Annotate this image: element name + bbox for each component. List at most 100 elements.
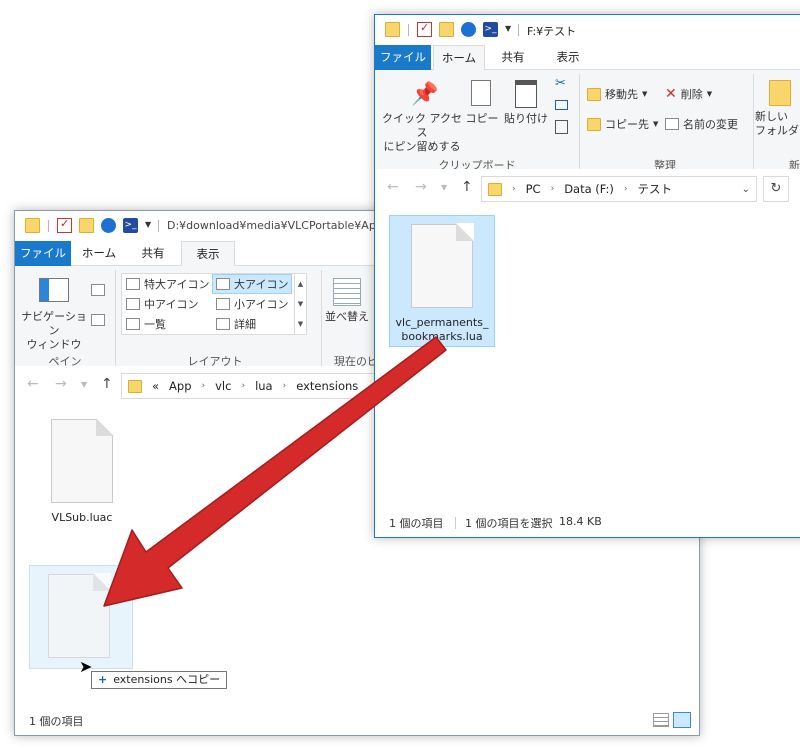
gear-icon[interactable]: [101, 218, 116, 233]
paste-icon[interactable]: [515, 80, 537, 108]
file-item-name[interactable]: VLSub.luac: [37, 511, 127, 525]
breadcrumb-drive[interactable]: Data (F:): [564, 182, 614, 196]
up-icon[interactable]: ↑: [461, 179, 473, 195]
breadcrumb-overflow[interactable]: «: [152, 379, 159, 393]
layout-item-label: 特大アイコン: [144, 278, 210, 291]
chevron-down-icon[interactable]: ⌄: [742, 184, 750, 195]
layout-item-label: 詳細: [234, 318, 256, 331]
copy-to-icon: [587, 117, 601, 131]
window-title: D:¥download¥media¥VLCPortable¥App: [167, 219, 383, 232]
chevron-down-icon[interactable]: ▼: [505, 24, 511, 33]
explorer-window-test: >_ ▼ F:¥テスト ファイル ホーム 共有 表示 📌 クイック アクセス に…: [374, 14, 800, 538]
tab-share[interactable]: 共有: [127, 241, 179, 266]
status-selected: 1 個の項目を選択: [465, 517, 553, 530]
back-icon[interactable]: ←: [387, 179, 399, 195]
powershell-icon[interactable]: >_: [123, 218, 138, 233]
tab-file[interactable]: ファイル: [15, 241, 71, 266]
breadcrumb-separator[interactable]: ›: [551, 184, 555, 194]
new-folder-button[interactable]: 新しい フォルダー: [755, 110, 800, 138]
forward-icon[interactable]: →: [415, 179, 427, 195]
tab-home[interactable]: ホーム: [433, 45, 485, 71]
sort-button[interactable]: 並べ替え: [323, 310, 371, 324]
move-to-button[interactable]: 移動先 ▼: [587, 86, 647, 102]
up-icon[interactable]: ↑: [101, 376, 113, 392]
layout-details[interactable]: 詳細: [216, 316, 256, 332]
ribbon-separator: [579, 74, 580, 173]
breadcrumb-extensions[interactable]: extensions: [296, 379, 358, 393]
copy-icon[interactable]: [471, 80, 491, 106]
pin-to-quick-access-button[interactable]: クイック アクセス にピン留めする: [381, 112, 463, 154]
tab-view[interactable]: 表示: [181, 241, 235, 267]
sort-icon[interactable]: [333, 278, 361, 306]
separator: [158, 220, 159, 232]
breadcrumb-separator[interactable]: ›: [283, 381, 287, 391]
scissors-icon[interactable]: ✂: [555, 76, 566, 91]
drag-tooltip: + extensions へコピー: [91, 671, 228, 689]
properties-icon[interactable]: [417, 21, 432, 37]
layout-medium-icons[interactable]: 中アイコン: [126, 296, 198, 312]
paste-button[interactable]: 貼り付け: [503, 112, 549, 126]
breadcrumb-separator[interactable]: ›: [241, 381, 245, 391]
ribbon-tabs: ファイル ホーム 共有 表示: [375, 45, 800, 71]
tab-share[interactable]: 共有: [487, 45, 539, 70]
layout-small-icons[interactable]: 小アイコン: [216, 296, 288, 312]
new-folder-icon[interactable]: [79, 218, 94, 233]
medium-icons-icon: [126, 298, 140, 310]
chevron-down-icon[interactable]: ▼: [145, 220, 151, 229]
tab-view[interactable]: 表示: [541, 45, 595, 70]
breadcrumb-app[interactable]: App: [169, 379, 191, 393]
address-bar[interactable]: › PC › Data (F:) › テスト ⌄: [481, 176, 757, 202]
details-icon: [216, 318, 230, 330]
details-pane-icon[interactable]: [91, 314, 105, 326]
gallery-scroll[interactable]: ▲ ▼ ▼: [294, 274, 306, 334]
chevron-down-icon[interactable]: ▼: [441, 183, 447, 192]
navigation-pane-button[interactable]: ナビゲーション ウィンドウ: [21, 310, 87, 352]
drag-tooltip-text: extensions へコピー: [113, 673, 221, 686]
new-folder-icon[interactable]: [439, 22, 454, 37]
breadcrumb-folder[interactable]: テスト: [637, 181, 672, 197]
breadcrumb-separator[interactable]: ›: [512, 184, 516, 194]
paste-shortcut-icon[interactable]: [555, 120, 568, 134]
copy-button[interactable]: コピー: [465, 112, 499, 126]
pin-icon[interactable]: 📌: [411, 82, 438, 107]
layout-list[interactable]: 一覧: [126, 316, 166, 332]
properties-icon[interactable]: [57, 217, 72, 233]
details-view-icon[interactable]: [653, 713, 669, 727]
delete-button[interactable]: ✕ 削除 ▼: [665, 86, 712, 102]
file-item-selected[interactable]: vlc_permanents_ bookmarks.lua: [389, 215, 495, 347]
layout-item-label: 中アイコン: [144, 298, 199, 311]
refresh-button[interactable]: ↻: [763, 176, 789, 202]
breadcrumb-pc[interactable]: PC: [526, 182, 541, 196]
breadcrumb-lua[interactable]: lua: [255, 379, 273, 393]
layout-large-icons[interactable]: 大アイコン: [212, 274, 293, 294]
new-folder-icon[interactable]: [769, 80, 791, 106]
chevron-down-icon[interactable]: ▼: [81, 380, 87, 389]
chevron-down-icon: ▼: [706, 90, 713, 98]
breadcrumb-separator[interactable]: ›: [624, 184, 628, 194]
ribbon-separator: [321, 270, 322, 369]
folder-icon: [488, 182, 502, 196]
large-icons-view-icon[interactable]: [673, 712, 691, 728]
forward-icon[interactable]: →: [55, 376, 67, 392]
rename-label: 名前の変更: [683, 118, 738, 131]
tab-home[interactable]: ホーム: [73, 241, 125, 266]
breadcrumb-vlc[interactable]: vlc: [215, 379, 231, 393]
layout-extra-large-icons[interactable]: 特大アイコン: [126, 276, 209, 292]
file-item-name: vlc_permanents_ bookmarks.lua: [395, 316, 489, 343]
preview-pane-icon[interactable]: [91, 284, 105, 296]
status-divider: [455, 517, 456, 529]
refresh-icon: ↻: [770, 181, 782, 196]
rename-button[interactable]: 名前の変更: [665, 116, 738, 132]
copy-path-icon[interactable]: [555, 100, 568, 110]
powershell-icon[interactable]: >_: [483, 22, 498, 37]
page-fold: [93, 573, 111, 591]
file-item-icon[interactable]: [51, 418, 114, 503]
copy-to-label: コピー先: [605, 118, 649, 131]
copy-to-button[interactable]: コピー先 ▼: [587, 116, 658, 132]
gear-icon[interactable]: [461, 22, 476, 37]
separator: [518, 24, 519, 36]
breadcrumb-separator[interactable]: ›: [202, 381, 206, 391]
tab-file[interactable]: ファイル: [375, 45, 431, 70]
back-icon[interactable]: ←: [27, 376, 39, 392]
navigation-pane-icon[interactable]: [39, 278, 69, 302]
